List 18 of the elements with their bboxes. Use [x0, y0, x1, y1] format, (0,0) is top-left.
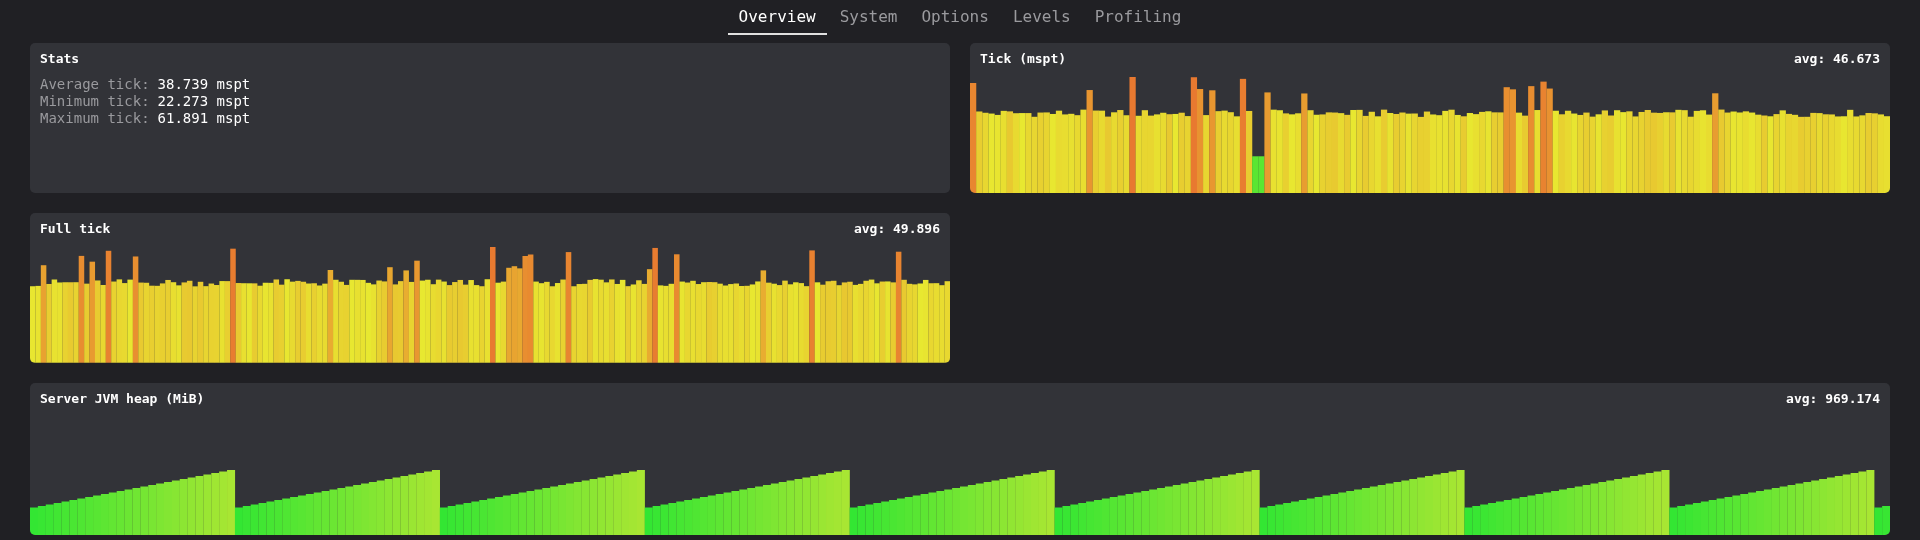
stat-label: Minimum tick:: [40, 93, 150, 109]
tab[interactable]: Options: [910, 0, 1000, 35]
tab[interactable]: System: [828, 0, 909, 35]
stat-label: Maximum tick:: [40, 110, 150, 126]
stat-value: 38.739 mspt: [157, 76, 251, 92]
tab[interactable]: Levels: [1001, 0, 1082, 35]
average-label: avg: 969.174: [1786, 391, 1880, 406]
panel-title: Server JVM heap (MiB): [40, 391, 205, 406]
stat-value: 22.273 mspt: [157, 93, 251, 109]
panel-title: Stats: [40, 51, 80, 66]
tab[interactable]: Overview: [727, 0, 827, 35]
tab[interactable]: Profiling: [1083, 0, 1193, 35]
panel-title: Full tick: [40, 221, 111, 236]
average-label: avg: 46.673: [1793, 51, 1880, 66]
stat-value: 61.891 mspt: [157, 110, 251, 126]
panel-title: Tick (mspt): [980, 51, 1067, 66]
average-label: avg: 49.896: [853, 221, 940, 236]
stat-label: Average tick:: [40, 76, 150, 92]
